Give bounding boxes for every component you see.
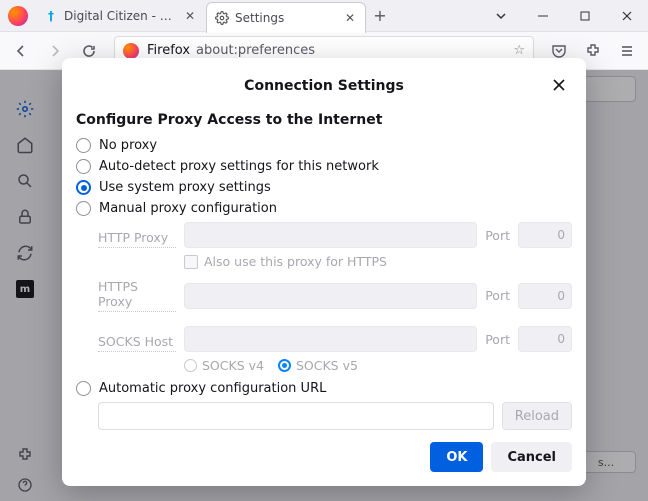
radio-icon (184, 359, 197, 372)
http-port-input[interactable]: 0 (518, 222, 572, 248)
checkbox-icon (184, 255, 198, 269)
reload-pac-button[interactable]: Reload (502, 402, 572, 430)
https-proxy-input[interactable] (184, 283, 477, 309)
port-label: Port (485, 228, 510, 243)
radio-icon (76, 381, 91, 396)
close-icon[interactable]: ✕ (183, 9, 197, 23)
radio-label: Auto-detect proxy settings for this netw… (99, 159, 379, 174)
tab-digital-citizen[interactable]: † Digital Citizen - Life in a digital ✕ (36, 0, 206, 31)
radio-use-system[interactable]: Use system proxy settings (76, 180, 572, 195)
dialog-close-button[interactable] (548, 74, 570, 96)
checkbox-label: Also use this proxy for HTTPS (204, 254, 387, 269)
url-text: about:preferences (196, 43, 315, 58)
radio-label: SOCKS v5 (296, 358, 358, 373)
radio-label: Automatic proxy configuration URL (99, 381, 326, 396)
firefox-logo-icon (123, 43, 139, 59)
tab-label: Settings (235, 11, 337, 25)
window-minimize-button[interactable] (522, 0, 564, 31)
https-port-input[interactable]: 0 (518, 283, 572, 309)
socks-host-input[interactable] (184, 326, 477, 352)
tab-settings[interactable]: Settings ✕ (206, 2, 366, 33)
bookmark-star-icon[interactable]: ☆ (513, 43, 525, 58)
connection-settings-dialog: Connection Settings Configure Proxy Acce… (62, 58, 586, 486)
chevron-down-icon[interactable] (480, 0, 522, 31)
radio-no-proxy[interactable]: No proxy (76, 138, 572, 153)
socks-host-label: SOCKS Host (98, 334, 176, 352)
radio-auto-detect[interactable]: Auto-detect proxy settings for this netw… (76, 159, 572, 174)
cancel-button[interactable]: Cancel (491, 442, 572, 472)
firefox-logo-icon (8, 6, 28, 26)
dialog-title: Connection Settings (244, 78, 404, 94)
window-maximize-button[interactable] (564, 0, 606, 31)
radio-icon (76, 180, 91, 195)
radio-icon (76, 138, 91, 153)
radio-socks-v5[interactable]: SOCKS v5 (278, 358, 358, 373)
tab-label: Digital Citizen - Life in a digital (64, 9, 177, 23)
radio-auto-url[interactable]: Automatic proxy configuration URL (76, 381, 572, 396)
radio-label: Use system proxy settings (99, 180, 271, 195)
radio-label: No proxy (99, 138, 157, 153)
manual-proxy-section: HTTP Proxy Port 0 Also use this proxy fo… (98, 222, 572, 373)
radio-label: SOCKS v4 (202, 358, 264, 373)
section-title: Configure Proxy Access to the Internet (76, 112, 572, 128)
https-proxy-label: HTTPS Proxy (98, 279, 176, 312)
site-favicon-icon: † (44, 9, 58, 23)
radio-socks-v4[interactable]: SOCKS v4 (184, 358, 264, 373)
ok-button[interactable]: OK (430, 442, 483, 472)
titlebar: † Digital Citizen - Life in a digital ✕ … (0, 0, 648, 32)
back-button[interactable] (6, 36, 36, 66)
socks-port-input[interactable]: 0 (518, 326, 572, 352)
url-brand: Firefox (147, 43, 190, 58)
auto-url-input[interactable] (98, 402, 494, 430)
port-label: Port (485, 288, 510, 303)
close-icon[interactable]: ✕ (343, 11, 357, 25)
app-menu-button[interactable] (612, 36, 642, 66)
window-close-button[interactable] (606, 0, 648, 31)
new-tab-button[interactable]: + (366, 0, 394, 31)
port-label: Port (485, 332, 510, 347)
radio-icon (76, 201, 91, 216)
radio-icon (278, 359, 291, 372)
radio-manual[interactable]: Manual proxy configuration (76, 201, 572, 216)
radio-icon (76, 159, 91, 174)
also-https-checkbox[interactable]: Also use this proxy for HTTPS (184, 254, 572, 269)
http-proxy-input[interactable] (184, 222, 477, 248)
gear-icon (215, 11, 229, 25)
http-proxy-label: HTTP Proxy (98, 230, 176, 248)
radio-label: Manual proxy configuration (99, 201, 277, 216)
